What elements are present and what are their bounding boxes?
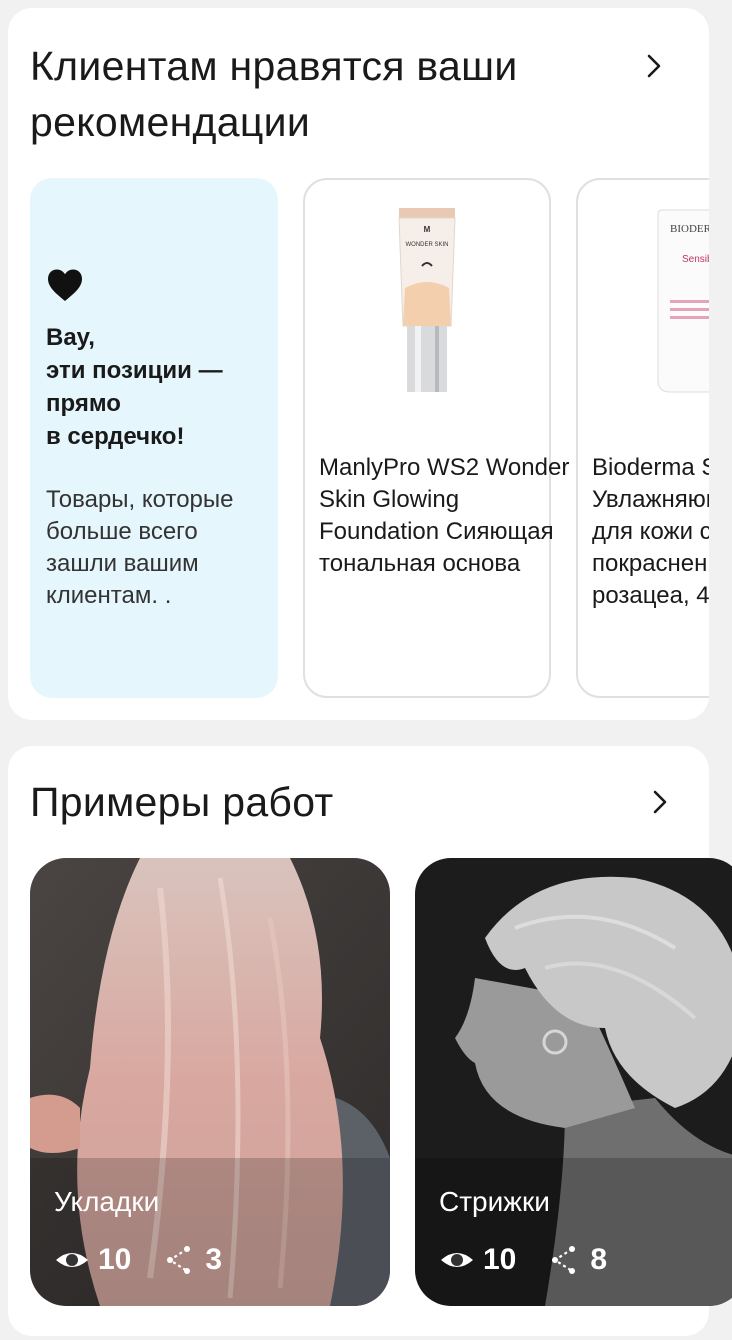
shares-count: 3: [205, 1243, 223, 1276]
product-image: BIODERMA Sensibio AR: [657, 209, 709, 393]
work-label: Стрижки: [439, 1186, 550, 1217]
share-icon[interactable]: [161, 1242, 197, 1278]
product-tube-logo: M: [424, 225, 431, 234]
product-image: M WONDER SKIN: [398, 208, 456, 392]
promo-text: Товары, которые больше всего зашли вашим…: [46, 486, 234, 609]
work-photo: [415, 858, 732, 1306]
work-card-styling[interactable]: Укладки 10 3: [30, 858, 390, 1306]
work-card-haircuts[interactable]: Стрижки 10 8: [415, 858, 732, 1306]
work-photo: [30, 858, 390, 1306]
product-name: ManlyPro WS2 Wonder Skin Glowing Foundat…: [319, 454, 570, 577]
chevron-right-icon[interactable]: [640, 52, 668, 80]
product-name: Bioderma Sensibio AR Увлажняющий крем дл…: [592, 454, 709, 609]
product-card[interactable]: M WONDER SKIN ManlyPro WS2 Wonder Skin G…: [303, 178, 569, 698]
work-label: Укладки: [54, 1186, 160, 1217]
product-tube-brand: WONDER SKIN: [405, 242, 448, 248]
eye-icon: [441, 1253, 473, 1267]
chevron-right-icon[interactable]: [646, 788, 674, 816]
share-icon[interactable]: [546, 1242, 582, 1278]
product-tube-name: Sensibio AR: [682, 254, 709, 265]
eye-icon: [56, 1253, 88, 1267]
views-count: 10: [483, 1243, 517, 1276]
recommendations-section: Клиентам нравятся ваши рекомендации Вау,…: [8, 8, 709, 720]
work-stats: 10 3: [54, 1242, 222, 1278]
work-stats: 10 8: [439, 1242, 607, 1278]
shares-count: 8: [590, 1243, 608, 1276]
views-count: 10: [98, 1243, 132, 1276]
heart-icon: [48, 269, 82, 301]
promo-heading: Вау, эти позиции — прямо в сердечко!: [46, 324, 223, 450]
works-title: Примеры работ: [30, 779, 334, 825]
recommendations-title: Клиентам нравятся ваши рекомендации: [30, 43, 518, 145]
promo-card: Вау, эти позиции — прямо в сердечко! Тов…: [30, 178, 278, 698]
product-card[interactable]: BIODERMA Sensibio AR Bioderma Sensibio A…: [576, 178, 709, 698]
product-tube-brand: BIODERMA: [670, 223, 709, 235]
